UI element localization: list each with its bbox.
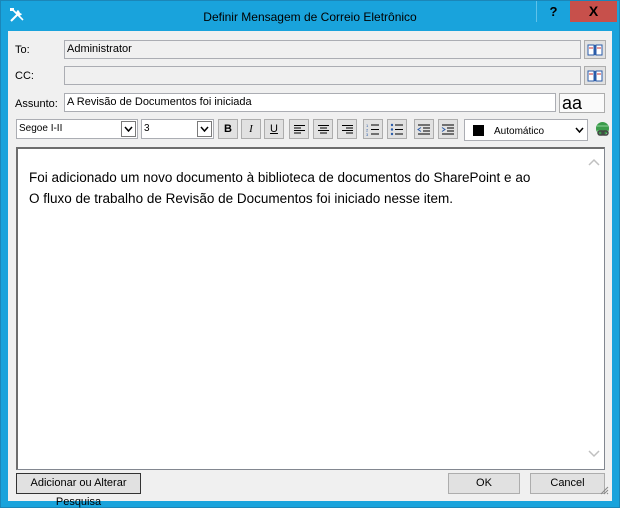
subject-field[interactable]: A Revisão de Documentos foi iniciada xyxy=(64,93,556,112)
to-label: To: xyxy=(15,44,30,56)
help-button[interactable]: ? xyxy=(536,1,570,22)
bullet-list-button[interactable] xyxy=(387,119,407,139)
address-book-icon xyxy=(587,44,603,55)
align-center-button[interactable] xyxy=(313,119,333,139)
ok-button[interactable]: OK xyxy=(448,473,520,494)
font-color-value: Automático xyxy=(494,126,545,137)
chevron-down-icon xyxy=(121,121,136,137)
to-address-book-button[interactable] xyxy=(584,40,606,59)
add-change-lookup-button[interactable]: Adicionar ou Alterar Pesquisa xyxy=(16,473,141,508)
message-line-2: O fluxo de trabalho de Revisão de Docume… xyxy=(29,191,453,206)
align-center-icon xyxy=(317,124,329,133)
resize-grip-icon[interactable] xyxy=(599,485,609,498)
font-value: Segoe I-II xyxy=(19,123,63,134)
message-line-1: Foi adicionado um novo documento à bibli… xyxy=(29,170,531,185)
svg-text:3: 3 xyxy=(366,132,369,136)
italic-button[interactable]: I xyxy=(241,119,261,139)
scroll-up-icon[interactable] xyxy=(588,157,600,169)
dialog-body: To: Administrator CC: Assunto: A Revisão… xyxy=(8,31,612,508)
close-button[interactable]: X xyxy=(570,1,617,22)
message-body-editor[interactable]: Foi adicionado um novo documento à bibli… xyxy=(16,147,605,470)
bullet-list-icon xyxy=(390,123,403,135)
underline-button[interactable]: U xyxy=(264,119,284,139)
scroll-down-icon[interactable] xyxy=(588,449,600,461)
chevron-down-icon xyxy=(575,123,584,140)
increase-indent-icon xyxy=(441,124,454,134)
size-value: 3 xyxy=(144,123,150,134)
cc-address-book-button[interactable] xyxy=(584,66,606,85)
cc-field[interactable] xyxy=(64,66,581,85)
numbered-list-icon: 123 xyxy=(366,123,379,136)
align-right-button[interactable] xyxy=(337,119,357,139)
decrease-indent-icon xyxy=(417,124,430,134)
bold-button[interactable]: B xyxy=(218,119,238,139)
size-select[interactable]: 3 xyxy=(141,119,214,139)
message-body-text[interactable]: Foi adicionado um novo documento à bibli… xyxy=(29,167,530,209)
hyperlink-icon xyxy=(595,121,609,136)
color-swatch xyxy=(473,125,484,136)
subject-label: Assunto: xyxy=(15,98,58,110)
chevron-down-icon xyxy=(197,121,212,137)
font-color-select[interactable]: Automático xyxy=(464,119,588,141)
to-field[interactable]: Administrator xyxy=(64,40,581,59)
window-title: Definir Mensagem de Correio Eletrônico xyxy=(203,10,417,24)
align-right-icon xyxy=(341,124,353,133)
lookup-button[interactable]: aa xyxy=(559,93,605,113)
format-toolbar: Segoe I-II 3 B I U 1 2 3 Automático xyxy=(16,119,611,141)
align-left-icon xyxy=(293,124,305,133)
close-icon: X xyxy=(588,3,599,19)
email-dialog-window: Definir Mensagem de Correio Eletrônico ?… xyxy=(0,0,620,508)
align-left-button[interactable] xyxy=(289,119,309,139)
cancel-button[interactable]: Cancel xyxy=(530,473,605,494)
decrease-indent-button[interactable] xyxy=(414,119,434,139)
insert-link-button[interactable] xyxy=(593,119,611,139)
cc-label: CC: xyxy=(15,70,34,82)
font-select[interactable]: Segoe I-II xyxy=(16,119,138,139)
increase-indent-button[interactable] xyxy=(438,119,458,139)
title-bar[interactable]: Definir Mensagem de Correio Eletrônico ?… xyxy=(1,1,619,31)
numbered-list-button[interactable]: 123 xyxy=(363,119,383,139)
address-book-icon xyxy=(587,70,603,81)
